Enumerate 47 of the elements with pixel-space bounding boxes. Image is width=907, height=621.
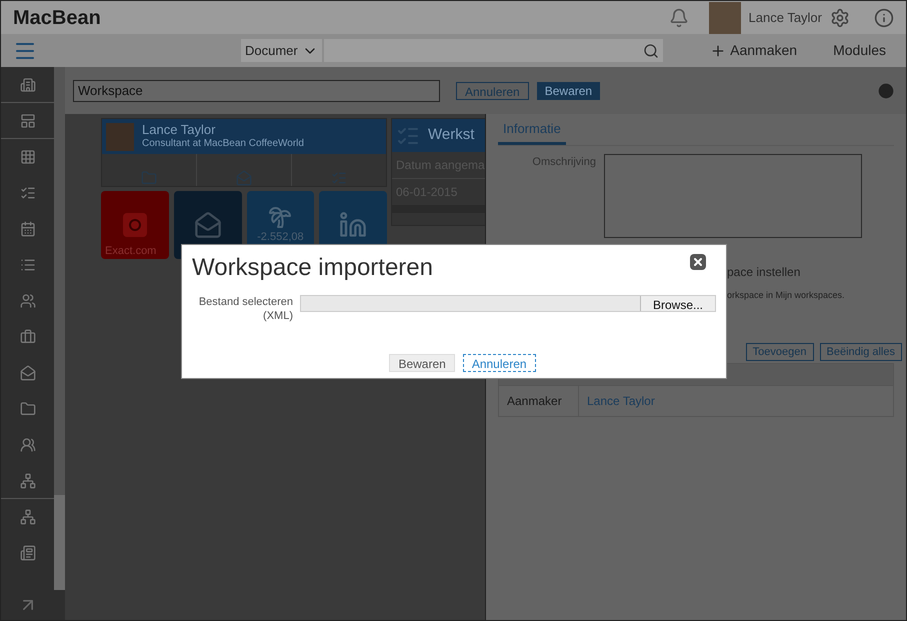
search-icon[interactable] xyxy=(642,42,659,58)
save-button[interactable]: Bewaren xyxy=(536,82,600,100)
calendar-icon[interactable] xyxy=(20,221,36,237)
description-field[interactable] xyxy=(604,154,862,238)
panel-button[interactable]: Beëindig alles xyxy=(820,342,902,360)
notification-icon[interactable] xyxy=(668,8,689,28)
tile-label: -2.552,08 xyxy=(257,230,304,245)
row-label: Aanmaker xyxy=(499,386,579,416)
linkedin-icon xyxy=(339,211,368,239)
people-icon[interactable] xyxy=(20,293,36,309)
envelope-icon[interactable] xyxy=(20,365,36,381)
app-logo: MacBean xyxy=(13,6,101,30)
scrollbar[interactable] xyxy=(392,205,485,213)
browse-button[interactable]: Browse... xyxy=(640,296,715,311)
folder-icon[interactable] xyxy=(20,401,36,417)
name-input-field[interactable]: Workspace xyxy=(73,80,440,102)
building-icon[interactable] xyxy=(20,76,36,92)
user-name[interactable]: Lance Taylor xyxy=(748,8,822,28)
tasks-title: Werkst xyxy=(428,125,474,146)
newspaper-icon[interactable] xyxy=(20,545,36,561)
cancel-button[interactable]: Annuleren xyxy=(462,354,536,372)
settings-icon[interactable] xyxy=(830,8,850,28)
checklist-icon[interactable] xyxy=(20,185,36,201)
hierarchy-icon[interactable] xyxy=(20,472,36,488)
option-label: pace instellen xyxy=(727,264,802,281)
list-icon[interactable] xyxy=(20,257,36,273)
hint-text: orkspace in Mijn workspaces. xyxy=(727,289,846,302)
search-field[interactable] xyxy=(324,39,663,62)
profile-subtitle: Consultant at MacBean CoffeeWorld xyxy=(142,138,304,151)
layout-icon[interactable] xyxy=(20,112,36,128)
info-icon[interactable] xyxy=(874,8,894,28)
org-chart-icon[interactable] xyxy=(20,509,36,525)
save-button[interactable]: Bewaren xyxy=(389,354,455,372)
create-button[interactable]: Aanmaken xyxy=(710,40,798,61)
search-scope-dropdown[interactable]: Documer xyxy=(241,39,322,62)
panel-button[interactable]: Toevoegen xyxy=(746,342,814,360)
modules-button[interactable]: Modules xyxy=(833,40,886,61)
file-label: Bestand selecteren (XML) xyxy=(198,295,294,323)
palm-tree-icon xyxy=(268,204,292,229)
envelope-icon xyxy=(194,211,222,239)
grid-icon[interactable] xyxy=(20,149,36,165)
profile-name: Lance Taylor xyxy=(142,122,216,138)
group-icon[interactable] xyxy=(20,437,36,453)
briefcase-icon[interactable] xyxy=(20,329,36,345)
avatar-placeholder xyxy=(106,122,134,150)
file-input-field[interactable]: Browse... xyxy=(300,295,716,312)
avatar-placeholder[interactable] xyxy=(708,2,741,34)
